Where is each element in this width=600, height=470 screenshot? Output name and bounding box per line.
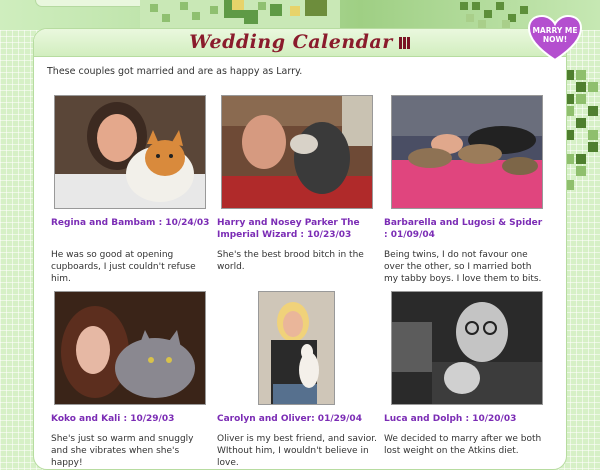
panel-header: Wedding Calendar <box>34 29 566 57</box>
decorative-pixel-tower <box>564 70 598 190</box>
couple-description: Being twins, I do not favour one over th… <box>384 250 542 284</box>
couple-caption[interactable]: Koko and Kali : 10/29/03 <box>51 413 211 425</box>
page-title: Wedding Calendar <box>189 31 393 53</box>
couple-description: Oliver is my best friend, and savior. WI… <box>217 434 377 468</box>
decorative-pixel-pattern <box>140 0 340 30</box>
couple-caption[interactable]: Harry and Nosey Parker The Imperial Wiza… <box>217 217 377 241</box>
couple-photo-koko-kali[interactable] <box>54 291 206 405</box>
marry-me-now-button[interactable]: MARRY ME NOW! <box>527 14 583 62</box>
couple-caption[interactable]: Carolyn and Oliver: 01/29/04 <box>217 413 377 425</box>
couple-description: She's just so warm and snuggly and she v… <box>51 434 194 468</box>
couple-caption[interactable]: Luca and Dolph : 10/20/03 <box>384 413 544 425</box>
couple-photo-regina-bambam[interactable] <box>54 95 206 209</box>
wedding-calendar-panel: Wedding Calendar These couples got marri… <box>33 28 567 470</box>
intro-text: These couples got married and are as hap… <box>47 66 303 77</box>
couple-photo-harry-nosey-parker[interactable] <box>221 95 373 209</box>
marry-me-now-label: MARRY ME NOW! <box>532 26 578 44</box>
couple-description: We decided to marry after we both lost w… <box>384 434 542 456</box>
couple-photo-barbarella-lugosi-spider[interactable] <box>391 95 543 209</box>
couple-caption[interactable]: Regina and Bambam : 10/24/03 <box>51 217 211 229</box>
couple-photo-carolyn-oliver[interactable] <box>258 291 335 405</box>
couple-caption[interactable]: Barbarella and Lugosi & Spider : 01/09/0… <box>384 217 544 241</box>
couple-description: He was so good at opening cupboards, I j… <box>51 250 196 284</box>
couple-photo-luca-dolph[interactable] <box>391 291 543 405</box>
calendar-icon <box>398 37 411 49</box>
couple-description: She's the best brood bitch in the world. <box>217 250 364 272</box>
